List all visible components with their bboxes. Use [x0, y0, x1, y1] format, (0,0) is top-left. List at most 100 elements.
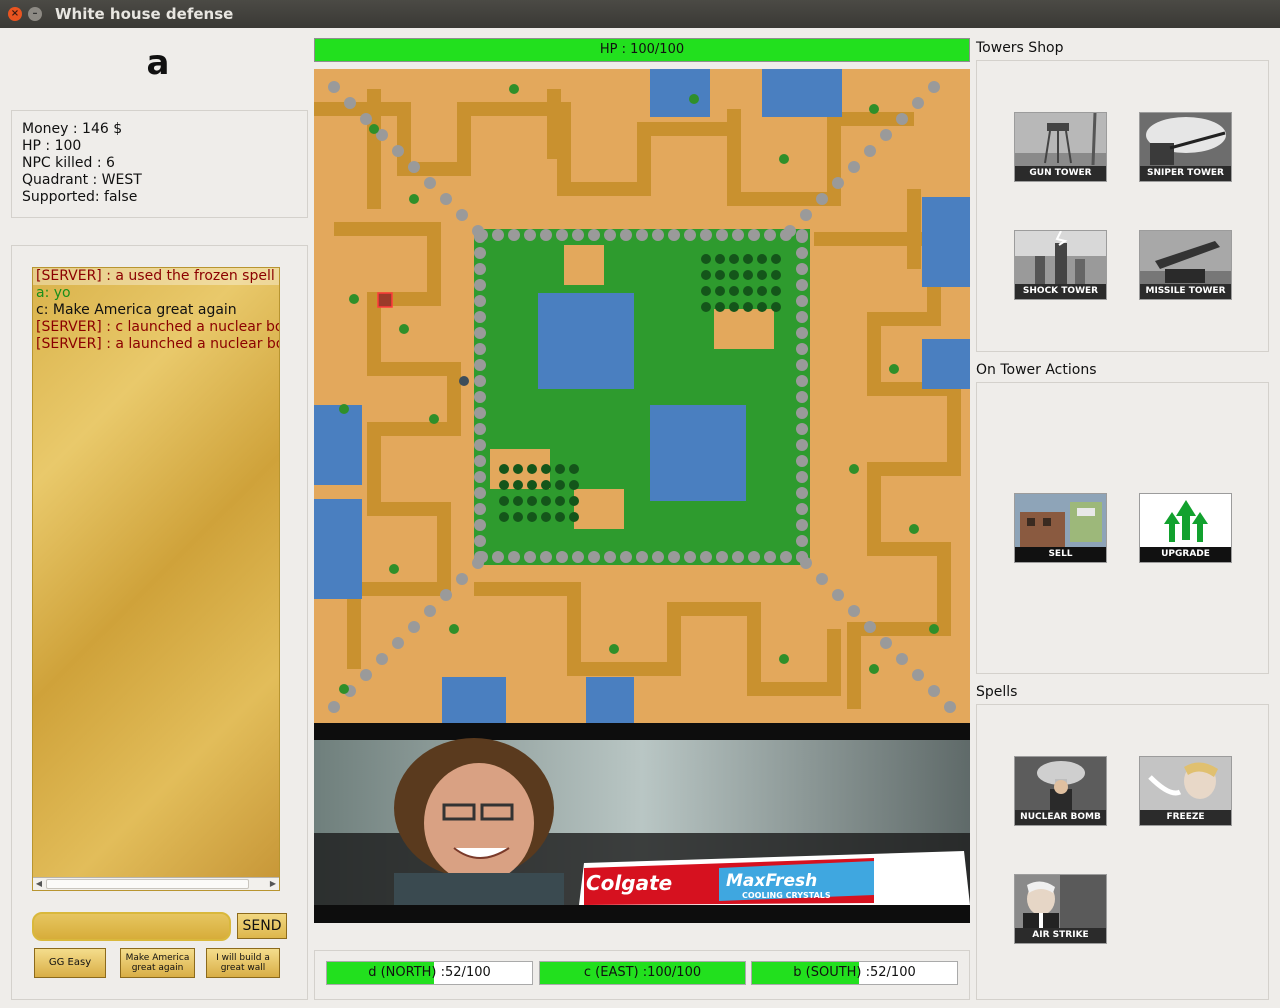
- rock-icon: [474, 391, 486, 403]
- quick-message-maga-button[interactable]: Make America great again: [120, 948, 195, 978]
- rock-icon: [748, 229, 760, 241]
- rock-icon: [796, 487, 808, 499]
- rock-icon: [572, 229, 584, 241]
- window-close-button[interactable]: ×: [8, 7, 22, 21]
- palm-tree-icon: [779, 154, 789, 164]
- window-minimize-button[interactable]: –: [28, 7, 42, 21]
- rock-icon: [620, 229, 632, 241]
- palm-tree-icon: [369, 124, 379, 134]
- player-stats-panel: Money : 146 $ HP : 100 NPC killed : 6 Qu…: [11, 110, 308, 218]
- chat-horizontal-scrollbar[interactable]: ◀ ▶: [33, 877, 279, 890]
- rock-icon: [492, 551, 504, 563]
- enemy-unit-icon: [459, 376, 469, 386]
- scroll-left-arrow-icon[interactable]: ◀: [33, 878, 45, 890]
- chat-message[interactable]: c: Make America great again: [33, 302, 279, 319]
- pine-tree-icon: [743, 286, 753, 296]
- rock-icon: [800, 209, 812, 221]
- quick-message-gg-easy-button[interactable]: GG Easy: [34, 948, 106, 978]
- palm-tree-icon: [929, 624, 939, 634]
- rock-icon: [880, 129, 892, 141]
- rock-icon: [474, 263, 486, 275]
- pine-tree-icon: [771, 302, 781, 312]
- rock-icon: [474, 535, 486, 547]
- towers-shop-title: Towers Shop: [976, 40, 1064, 56]
- send-button[interactable]: SEND: [237, 913, 287, 939]
- rock-icon: [684, 551, 696, 563]
- rock-icon: [392, 145, 404, 157]
- pine-tree-icon: [757, 302, 767, 312]
- advertisement-video[interactable]: Colgate MaxFresh COOLING CRYSTALS: [314, 723, 970, 923]
- pine-tree-icon: [743, 302, 753, 312]
- chat-message[interactable]: a: yo: [33, 285, 279, 302]
- rock-icon: [912, 669, 924, 681]
- pine-tree-icon: [541, 496, 551, 506]
- freeze-button[interactable]: FREEZE: [1139, 756, 1232, 826]
- rock-icon: [796, 229, 808, 241]
- missile-tower-label: MISSILE TOWER: [1140, 284, 1231, 299]
- chat-message[interactable]: [SERVER] : a launched a nuclear bomb: [33, 336, 279, 353]
- chat-input[interactable]: [32, 912, 231, 941]
- rock-icon: [896, 653, 908, 665]
- rock-icon: [474, 359, 486, 371]
- missile-tower-button[interactable]: MISSILE TOWER: [1139, 230, 1232, 300]
- rock-icon: [780, 551, 792, 563]
- rock-icon: [328, 81, 340, 93]
- rock-icon: [816, 573, 828, 585]
- pine-tree-icon: [715, 254, 725, 264]
- rock-icon: [474, 279, 486, 291]
- rock-icon: [832, 177, 844, 189]
- rock-icon: [928, 685, 940, 697]
- rock-icon: [424, 605, 436, 617]
- quick-message-wall-button[interactable]: I will build a great wall: [206, 948, 280, 978]
- upgrade-button[interactable]: UPGRADE: [1139, 493, 1232, 563]
- shock-tower-button[interactable]: SHOCK TOWER: [1014, 230, 1107, 300]
- palm-tree-icon: [389, 564, 399, 574]
- tower-actions-panel: SELL UPGRADE: [976, 382, 1269, 674]
- rock-icon: [472, 225, 484, 237]
- rock-icon: [474, 423, 486, 435]
- rock-icon: [652, 551, 664, 563]
- rock-icon: [784, 225, 796, 237]
- palm-tree-icon: [869, 104, 879, 114]
- map-water: [538, 293, 634, 389]
- upgrade-label: UPGRADE: [1140, 547, 1231, 562]
- rock-icon: [800, 557, 812, 569]
- sell-button[interactable]: SELL: [1014, 493, 1107, 563]
- pine-tree-icon: [771, 254, 781, 264]
- scroll-right-arrow-icon[interactable]: ▶: [267, 878, 279, 890]
- pine-tree-icon: [701, 254, 711, 264]
- pine-tree-icon: [729, 286, 739, 296]
- freeze-label: FREEZE: [1140, 810, 1231, 825]
- chat-message[interactable]: [SERVER] : c launched a nuclear bomb: [33, 319, 279, 336]
- rock-icon: [796, 503, 808, 515]
- chat-message[interactable]: [SERVER] : a used the frozen spell: [33, 268, 279, 285]
- quadrant-status-panel: d (NORTH) :52/100 c (EAST) :100/100 b (S…: [314, 950, 970, 1000]
- rock-icon: [328, 701, 340, 713]
- scrollbar-thumb[interactable]: [46, 879, 249, 889]
- gun-tower-button[interactable]: GUN TOWER: [1014, 112, 1107, 182]
- nuclear-bomb-button[interactable]: NUCLEAR BOMB: [1014, 756, 1107, 826]
- quadrant-east-label: c (EAST) :100/100: [583, 965, 702, 980]
- rock-icon: [764, 551, 776, 563]
- rock-icon: [944, 701, 956, 713]
- pine-tree-icon: [499, 480, 509, 490]
- rock-icon: [424, 177, 436, 189]
- rock-icon: [474, 439, 486, 451]
- game-map[interactable]: [314, 69, 970, 723]
- rock-icon: [508, 551, 520, 563]
- map-water: [762, 69, 842, 117]
- pine-tree-icon: [729, 254, 739, 264]
- palm-tree-icon: [889, 364, 899, 374]
- sniper-tower-button[interactable]: SNIPER TOWER: [1139, 112, 1232, 182]
- pine-tree-icon: [513, 496, 523, 506]
- rock-icon: [540, 551, 552, 563]
- chat-log[interactable]: [SERVER] : a used the frozen spell a: yo…: [32, 267, 280, 891]
- spells-panel: NUCLEAR BOMB FREEZE AIR STRIKE: [976, 704, 1269, 1000]
- air-strike-button[interactable]: AIR STRIKE: [1014, 874, 1107, 944]
- map-sand-patch: [564, 245, 604, 285]
- rock-icon: [440, 589, 452, 601]
- map-water: [922, 197, 970, 287]
- pine-tree-icon: [569, 496, 579, 506]
- palm-tree-icon: [349, 294, 359, 304]
- rock-icon: [684, 229, 696, 241]
